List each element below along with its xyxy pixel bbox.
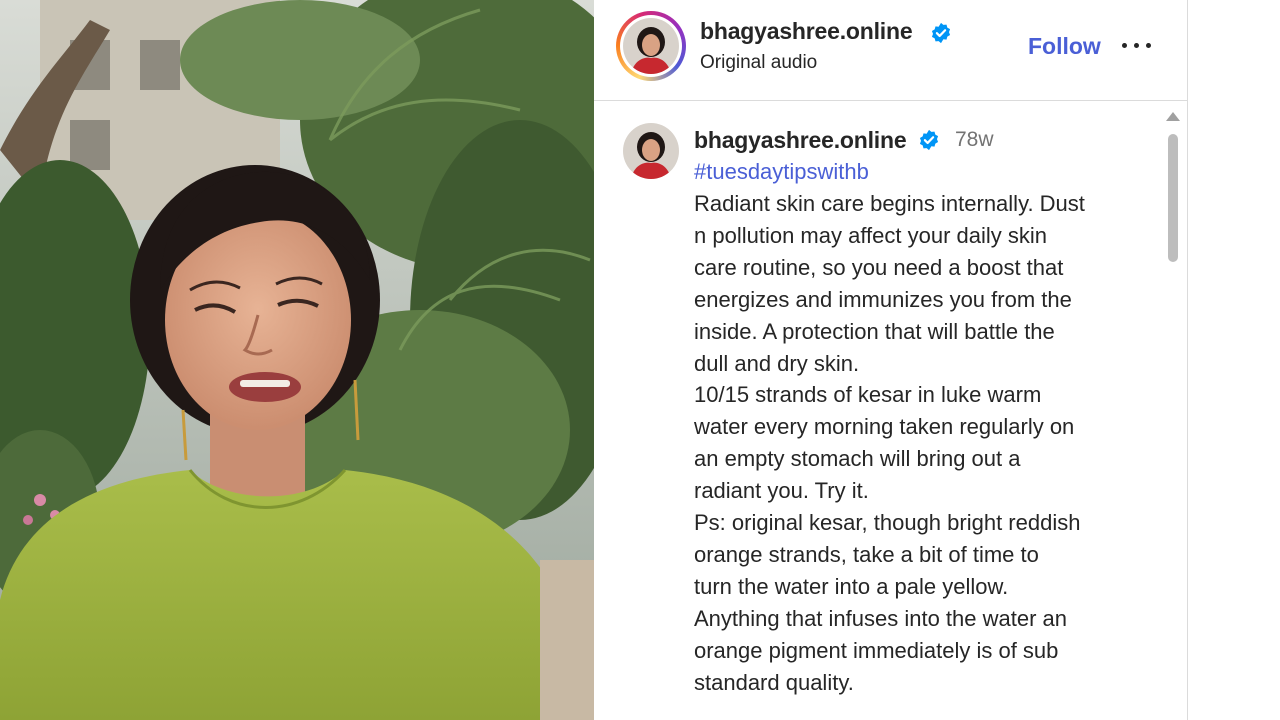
caption-comment: bhagyashree.online 78w #tuesdaytipswithb… xyxy=(594,101,1164,720)
page-margin xyxy=(1188,0,1280,720)
scroll-up-arrow-icon[interactable] xyxy=(1164,109,1182,123)
caption-line: energizes and immunizes you from the xyxy=(694,286,1072,312)
verified-badge-icon xyxy=(931,22,951,44)
reel-video[interactable] xyxy=(0,0,594,720)
post-side-panel: bhagyashree.online Original audio Follow xyxy=(594,0,1188,720)
post-timestamp[interactable]: 78w xyxy=(955,128,994,152)
post-header: bhagyashree.online Original audio Follow xyxy=(594,0,1188,101)
scrollbar-thumb[interactable] xyxy=(1168,134,1178,262)
caption-line: care routine, so you need a boost that xyxy=(694,254,1064,280)
caption-username[interactable]: bhagyashree.online xyxy=(694,127,907,154)
caption-line: Ps: original kesar, though bright reddis… xyxy=(694,510,1081,536)
caption-line: water every morning taken regularly on xyxy=(694,414,1075,440)
caption-line: Anything that infuses into the water an xyxy=(694,605,1068,631)
caption-line: 10/15 strands of kesar in luke warm xyxy=(694,382,1042,408)
caption-line: dull and dry skin. xyxy=(694,350,860,376)
caption-line: Radiant skin care begins internally. Dus… xyxy=(694,191,1085,216)
caption-line: inside. A protection that will battle th… xyxy=(694,318,1055,344)
instagram-post-view: bhagyashree.online Original audio Follow xyxy=(0,0,1280,720)
follow-button[interactable]: Follow xyxy=(1028,33,1101,60)
video-frame-image xyxy=(0,0,594,720)
caption-text: Radiant skin care begins internally. Dus… xyxy=(694,188,1144,699)
audio-label[interactable]: Original audio xyxy=(700,52,817,74)
author-avatar-story-ring[interactable] xyxy=(616,11,686,81)
avatar xyxy=(623,18,679,74)
caption-line: radiant you. Try it. xyxy=(694,478,869,504)
caption-line: orange strands, take a bit of time to xyxy=(694,541,1039,567)
caption-line: turn the water into a pale yellow. xyxy=(694,573,1009,599)
avatar[interactable] xyxy=(623,123,679,179)
verified-badge-icon xyxy=(919,129,939,151)
caption-line: standard quality. xyxy=(694,669,854,695)
hashtag-link[interactable]: #tuesdaytipswithb xyxy=(694,159,869,185)
more-options-icon[interactable] xyxy=(1122,38,1152,54)
caption-line: orange pigment immediately is of sub xyxy=(694,637,1059,663)
comments-scrollbar[interactable] xyxy=(1164,101,1182,720)
caption-line: an empty stomach will bring out a xyxy=(694,446,1021,472)
author-username[interactable]: bhagyashree.online xyxy=(700,18,913,45)
caption-line: n pollution may affect your daily skin xyxy=(694,222,1047,248)
